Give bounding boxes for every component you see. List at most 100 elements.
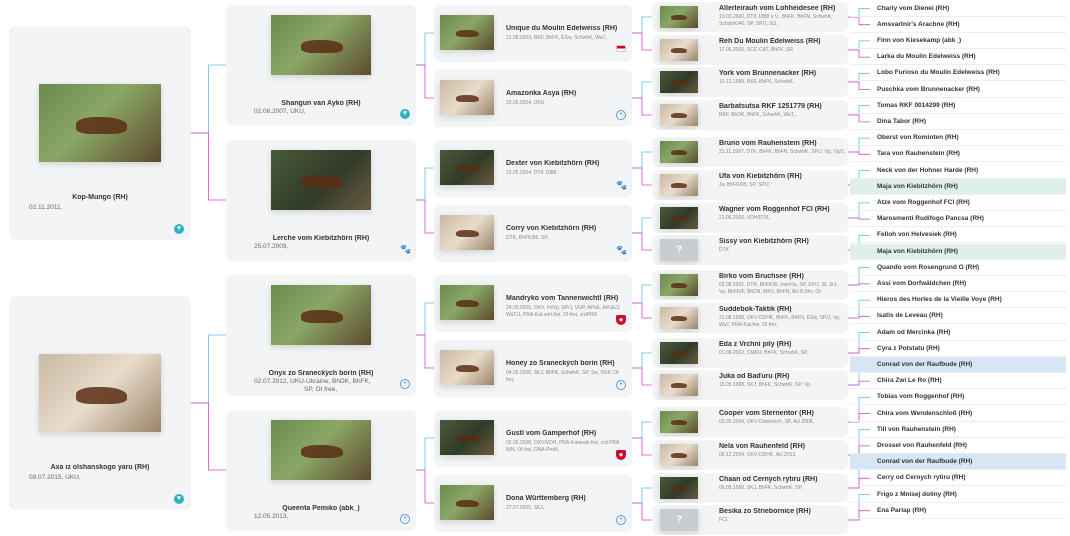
dog-name[interactable]: Nela von Rauhenfeld (RH): [719, 443, 844, 450]
gen4-card[interactable]: Nela von Rauhenfeld (RH) 06.12.2004, ÖKV-…: [652, 440, 848, 470]
gen5-row[interactable]: Cerry od Cernych rytiru (RH): [850, 470, 1066, 487]
dog-photo[interactable]: [660, 342, 698, 364]
dog-photo[interactable]: [660, 6, 698, 28]
gen4-card[interactable]: Bruno vom Rauhenstein (RH) 21.11.1997, DT…: [652, 137, 848, 167]
gen2-card[interactable]: Shangun van Ayko (RH) 02.08.2007, UKU, ♥: [226, 5, 416, 126]
dog-name[interactable]: Mandryko vom Tannenwichtl (RH): [506, 295, 626, 302]
gen5-row[interactable]: Frigo z Mnisej doliny (RH): [850, 487, 1066, 503]
gen5-row[interactable]: Neck von der Hohner Harde (RH): [850, 163, 1066, 179]
dog-photo[interactable]: [660, 444, 698, 466]
gen4-card[interactable]: Allerleirauh vom Lohheidesee (RH) 10.03.2…: [652, 2, 848, 32]
gen5-row[interactable]: Oberst von Rominten (RH): [850, 130, 1066, 147]
dog-name[interactable]: Unique du Moulin Edelweiss (RH): [506, 25, 626, 32]
gen5-row[interactable]: Tobias vom Roggenhof (RH): [850, 389, 1066, 406]
dog-photo[interactable]: [660, 307, 698, 329]
gen3-card[interactable]: Corry von Kiebitzhörn (RH) DTK, BhFK/95, …: [434, 205, 632, 262]
dog-name[interactable]: Besika zo Striebornice (RH): [719, 508, 844, 515]
dog-name[interactable]: Axa iz olshanskogo yaru (RH): [9, 464, 191, 471]
dog-name[interactable]: Wagner vom Roggenhof FCI (RH): [719, 206, 844, 213]
gen3-card[interactable]: Unique du Moulin Edelweiss (RH) 21.08.200…: [434, 5, 632, 62]
dog-photo[interactable]: [660, 239, 698, 261]
gen2-card[interactable]: Queenta Pemiko (abk_) 12.05.2013, ⦿: [226, 410, 416, 531]
dog-photo[interactable]: [440, 420, 494, 455]
gen5-row[interactable]: Conrad von der Raufbude (RH): [850, 454, 1066, 471]
dog-name[interactable]: Allerleirauh vom Lohheidesee (RH): [719, 5, 844, 12]
gen5-row[interactable]: Amsvartnir's Arachne (RH): [850, 17, 1066, 33]
dog-name[interactable]: Juka od Baďuru (RH): [719, 373, 844, 380]
dog-name[interactable]: Cooper vom Sternentor (RH): [719, 410, 844, 417]
gen5-row[interactable]: Charly vom Dienei (RH): [850, 1, 1066, 17]
gen3-card[interactable]: Mandryko vom Tannenwichtl (RH) 24.09.2005…: [434, 275, 632, 332]
dog-photo[interactable]: [440, 150, 494, 185]
gen4-card[interactable]: Suddebok-Taktik (RH) 31.08.1998, ÖKV-ÖDHK…: [652, 303, 848, 333]
gen5-row[interactable]: Isatis de Leveau (RH): [850, 308, 1066, 325]
gen2-card[interactable]: Onyx zo Šraneckých borín (RH) 02.07.2012,…: [226, 275, 416, 396]
dog-name[interactable]: Chaan od Cernych rytiru (RH): [719, 476, 844, 483]
dog-photo[interactable]: [660, 411, 698, 433]
dog-name[interactable]: Dexter von Kiebitzhörn (RH): [506, 160, 626, 167]
gen5-row[interactable]: Adam od Mercinka (RH): [850, 325, 1066, 341]
dog-photo[interactable]: [660, 104, 698, 126]
dog-name[interactable]: Birko vom Bruchsee (RH): [719, 273, 844, 280]
gen3-card[interactable]: Honey zo Šraneckých borín (RH) 04.06.2006…: [434, 340, 632, 397]
dog-name[interactable]: Bruno vom Rauhenstein (RH): [719, 140, 844, 147]
gen5-row[interactable]: Lobo Furioso du Moulin Edelweiss (RH): [850, 65, 1066, 82]
dog-photo[interactable]: [660, 39, 698, 61]
gen4-card[interactable]: Ufa von Kiebitzhörn (RH) Ja, BhFK/95, SP,…: [652, 170, 848, 200]
dog-photo[interactable]: [440, 15, 494, 50]
dog-name[interactable]: Sissy von Kiebitzhörn (RH): [719, 238, 844, 245]
dog-photo[interactable]: [271, 15, 371, 75]
gen4-card[interactable]: Besika zo Striebornice (RH) FCI,: [652, 505, 848, 535]
gen5-row[interactable]: Drossel von Rauhenfeld (RH): [850, 438, 1066, 454]
dog-photo[interactable]: [39, 84, 161, 162]
dog-name[interactable]: Lerche vom Kiebitzhörn (RH): [226, 235, 416, 242]
gen3-card[interactable]: Dexter von Kiebitzhörn (RH) 23.05.2004, D…: [434, 140, 632, 197]
gen5-row[interactable]: Maja von Kiebitzhörn (RH): [850, 243, 1066, 260]
dog-name[interactable]: Gustl vom Gamperhof (RH): [506, 430, 626, 437]
dog-photo[interactable]: [440, 485, 494, 520]
dog-name[interactable]: Eda z Vrchní pily (RH): [719, 341, 844, 348]
gen4-card[interactable]: Barbatsutsa RKF 1251779 (RH) RKF, BhDK, B…: [652, 100, 848, 130]
gen5-row[interactable]: Maja von Kiebitzhörn (RH): [850, 178, 1066, 195]
gen5-row[interactable]: Chira vom Wendenschloß (RH): [850, 406, 1066, 422]
dog-photo[interactable]: [271, 285, 371, 345]
gen3-card[interactable]: Dona Württemberg (RH) 27.07.2005, SKJ, ⦿: [434, 475, 632, 532]
gen4-card[interactable]: Chaan od Cernych rytiru (RH) 06.05.1999, …: [652, 473, 848, 503]
dog-photo[interactable]: [440, 285, 494, 320]
dog-photo[interactable]: [660, 141, 698, 163]
dog-name[interactable]: Shangun van Ayko (RH): [226, 100, 416, 107]
dog-photo[interactable]: [660, 374, 698, 396]
dog-photo[interactable]: [440, 215, 494, 250]
gen5-row[interactable]: Quando vom Rosengrund O (RH): [850, 260, 1066, 276]
dog-name[interactable]: Reh Du Moulin Edelweiss (RH): [719, 38, 844, 45]
gen5-row[interactable]: Larka du Moulin Edelweiss (RH): [850, 49, 1066, 66]
dog-photo[interactable]: [440, 80, 494, 115]
dog-photo[interactable]: [660, 274, 698, 296]
gen5-row[interactable]: Puschka vom Brunnenacker (RH): [850, 82, 1066, 98]
gen5-row[interactable]: Chira Zwi Le Ro (RH): [850, 373, 1066, 390]
gen4-card[interactable]: Sissy von Kiebitzhörn (RH) DTK: [652, 235, 848, 265]
dog-photo[interactable]: [660, 509, 698, 531]
dog-name[interactable]: Corry von Kiebitzhörn (RH): [506, 225, 626, 232]
dog-name[interactable]: Barbatsutsa RKF 1251779 (RH): [719, 103, 844, 110]
gen5-row[interactable]: Conrad von der Raufbude (RH): [850, 356, 1066, 373]
dog-photo[interactable]: [39, 354, 161, 432]
gen5-row[interactable]: Tomas RKF 0014299 (RH): [850, 98, 1066, 114]
dog-photo[interactable]: [660, 477, 698, 499]
gen5-row[interactable]: Assi vom Dorfwäldchen (RH): [850, 276, 1066, 292]
gen3-card[interactable]: Amazonka Asya (RH) 23.06.2004, UKU, ⦿: [434, 70, 632, 127]
dog-name[interactable]: Kop-Mungo (RH): [9, 194, 191, 201]
dog-photo[interactable]: [271, 420, 371, 480]
gen5-row[interactable]: Cyra z Potstatu (RH): [850, 341, 1066, 357]
gen3-card[interactable]: Gustl vom Gamperhof (RH) 02.06.2008, ÖKV/…: [434, 410, 632, 467]
dog-name[interactable]: Honey zo Šraneckých borín (RH): [506, 360, 626, 367]
dog-photo[interactable]: [271, 150, 371, 210]
gen4-card[interactable]: Wagner vom Roggenhof FCI (RH) 21.06.2000,…: [652, 203, 848, 233]
dog-photo[interactable]: [660, 174, 698, 196]
gen4-card[interactable]: Birko vom Bruchsee (RH) 02.08.2001, DTK, …: [652, 270, 848, 300]
gen5-row[interactable]: Atze vom Roggenhof FCI (RH): [850, 195, 1066, 211]
dog-name[interactable]: Queenta Pemiko (abk_): [226, 505, 416, 512]
gen4-card[interactable]: Cooper vom Sternentor (RH) 03.05.2004, ÖK…: [652, 407, 848, 437]
gen5-row[interactable]: Marosmenti Rudifogo Pancsa (RH): [850, 211, 1066, 228]
gen5-row[interactable]: Dina Tabor (RH): [850, 114, 1066, 130]
